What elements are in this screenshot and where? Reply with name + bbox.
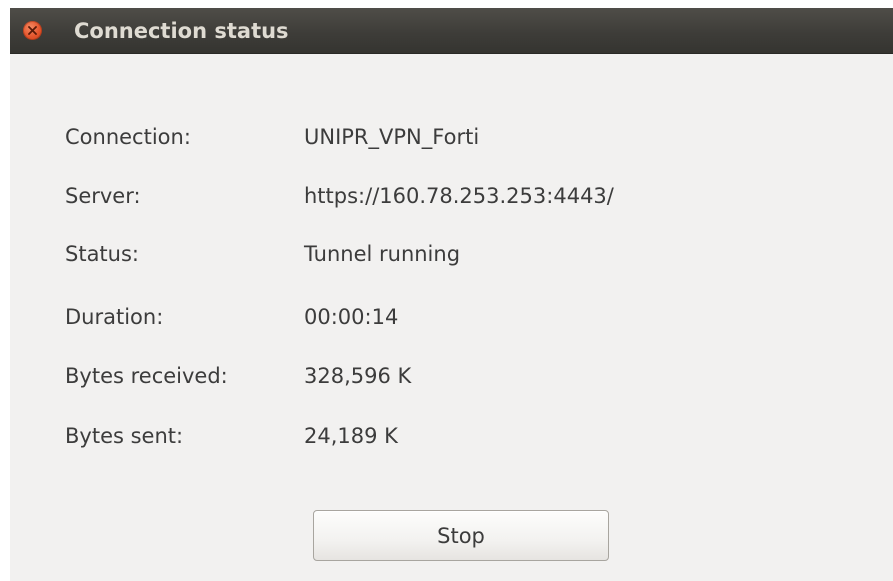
bytes-received-value: 328,596 K xyxy=(304,364,412,388)
status-value: Tunnel running xyxy=(304,242,461,266)
connection-row: Connection: UNIPR_VPN_Forti xyxy=(65,122,825,152)
server-value: https://160.78.253.253:4443/ xyxy=(304,184,614,208)
duration-row: Duration: 00:00:14 xyxy=(65,302,825,332)
bytes-sent-label: Bytes sent: xyxy=(65,424,184,448)
server-label: Server: xyxy=(65,184,141,208)
connection-label: Connection: xyxy=(65,125,191,149)
connection-status-window: Connection status Connection: UNIPR_VPN_… xyxy=(10,8,893,581)
bytes-received-row: Bytes received: 328,596 K xyxy=(65,361,825,391)
server-row: Server: https://160.78.253.253:4443/ xyxy=(65,181,825,211)
close-icon xyxy=(28,26,37,35)
window-title: Connection status xyxy=(74,19,289,43)
status-row: Status: Tunnel running xyxy=(65,239,825,269)
bytes-sent-row: Bytes sent: 24,189 K xyxy=(65,421,825,451)
connection-value: UNIPR_VPN_Forti xyxy=(304,125,480,149)
stop-button[interactable]: Stop xyxy=(313,510,609,561)
duration-label: Duration: xyxy=(65,305,164,329)
bytes-received-label: Bytes received: xyxy=(65,364,228,388)
title-bar: Connection status xyxy=(10,8,893,54)
close-button[interactable] xyxy=(23,21,42,40)
status-label: Status: xyxy=(65,242,139,266)
duration-value: 00:00:14 xyxy=(304,305,399,329)
bytes-sent-value: 24,189 K xyxy=(304,424,398,448)
